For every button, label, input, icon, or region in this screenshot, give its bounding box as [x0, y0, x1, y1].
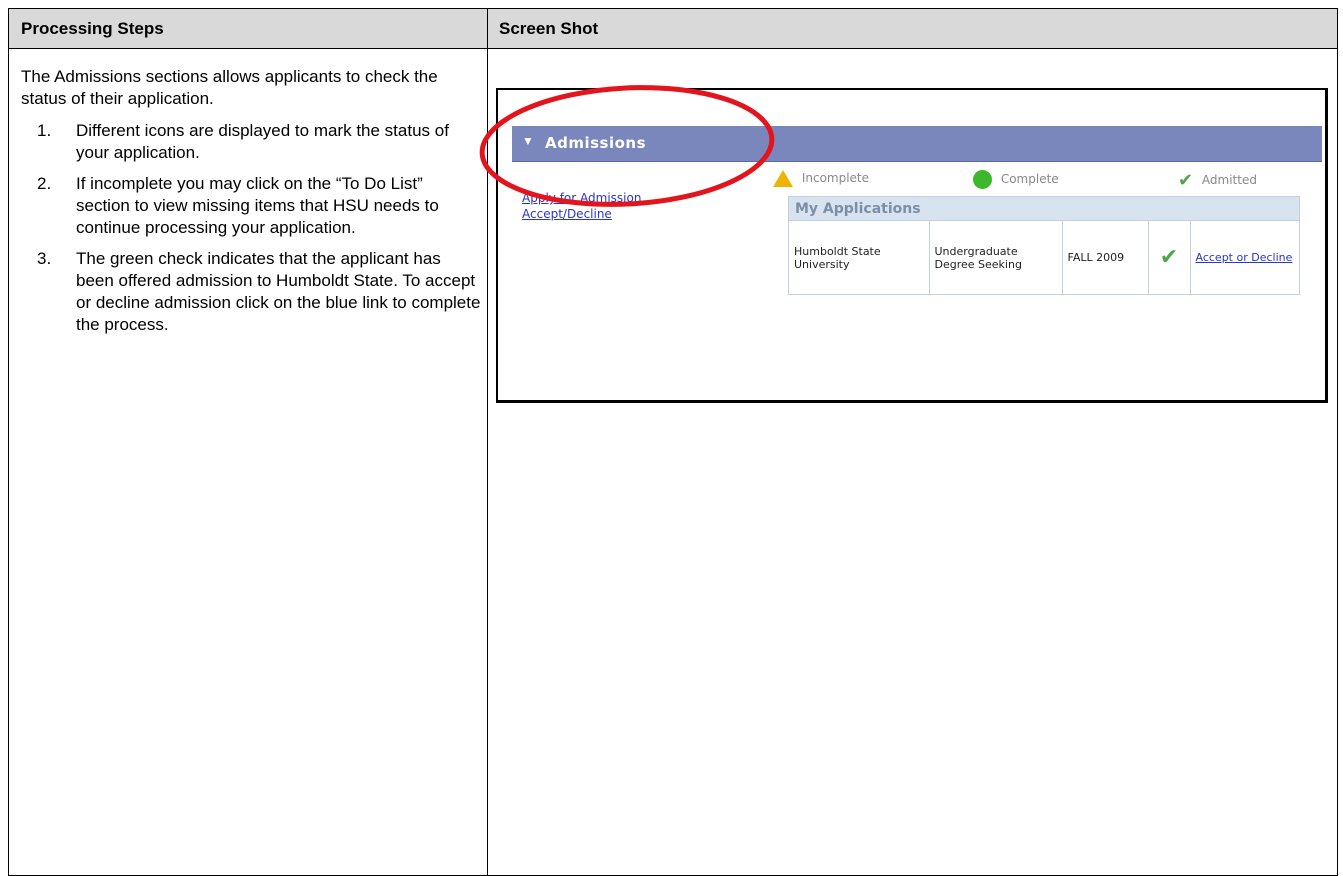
my-applications-grid: My Applications Humboldt State Universit… — [788, 196, 1300, 295]
header-processing-steps: Processing Steps — [21, 19, 164, 38]
column-divider — [487, 9, 488, 875]
table-row: Humboldt State University Undergraduate … — [789, 221, 1299, 294]
apply-for-admission-link[interactable]: Apply for Admission — [522, 190, 641, 206]
steps-list: 1. Different icons are displayed to mark… — [21, 120, 481, 336]
step-number: 1. — [37, 121, 52, 140]
step-item: 1. Different icons are displayed to mark… — [21, 120, 481, 164]
my-applications-title: My Applications — [789, 197, 1299, 221]
step-number: 3. — [37, 249, 52, 268]
legend-admitted-label: Admitted — [1201, 173, 1257, 187]
green-check-icon: ✔ — [1178, 170, 1194, 191]
term-cell: FALL 2009 — [1062, 221, 1149, 294]
legend-incomplete-label: Incomplete — [801, 171, 870, 185]
legend-complete-label: Complete — [1000, 172, 1059, 186]
legend-incomplete: Incomplete — [773, 170, 869, 187]
status-cell: ✔ — [1148, 221, 1191, 294]
chevron-down-icon[interactable]: ▼ — [522, 134, 534, 148]
legend-admitted: ✔ Admitted — [1178, 170, 1257, 191]
step-text: If incomplete you may click on the “To D… — [76, 174, 439, 237]
accept-decline-link[interactable]: Accept/Decline — [522, 206, 641, 222]
step-item: 3. The green check indicates that the ap… — [21, 248, 481, 336]
step-item: 2. If incomplete you may click on the “T… — [21, 173, 481, 239]
step-number: 2. — [37, 174, 52, 193]
applications-table: Humboldt State University Undergraduate … — [789, 221, 1299, 294]
table-header-row: Processing Steps Screen Shot — [9, 9, 1337, 49]
step-text: Different icons are displayed to mark th… — [76, 121, 449, 162]
green-circle-icon — [973, 170, 992, 189]
step-text: The green check indicates that the appli… — [76, 249, 481, 334]
institution-cell: Humboldt State University — [789, 221, 930, 294]
processing-steps-text: The Admissions sections allows applicant… — [21, 66, 481, 345]
accept-or-decline-link[interactable]: Accept or Decline — [1196, 251, 1293, 264]
intro-paragraph: The Admissions sections allows applicant… — [21, 67, 438, 108]
legend-complete: Complete — [973, 170, 1059, 189]
warning-triangle-icon — [773, 170, 793, 187]
admissions-screenshot: ▼ Admissions Incomplete Complete ✔ Admit… — [496, 88, 1328, 403]
action-cell: Accept or Decline — [1190, 221, 1299, 294]
green-check-icon: ✔ — [1159, 245, 1179, 270]
admissions-links: Apply for Admission Accept/Decline — [522, 190, 641, 222]
admissions-title: Admissions — [545, 134, 647, 152]
career-cell: Undergraduate Degree Seeking — [929, 221, 1063, 294]
admissions-section-bar[interactable]: ▼ Admissions — [512, 126, 1322, 162]
header-screen-shot: Screen Shot — [499, 19, 599, 38]
